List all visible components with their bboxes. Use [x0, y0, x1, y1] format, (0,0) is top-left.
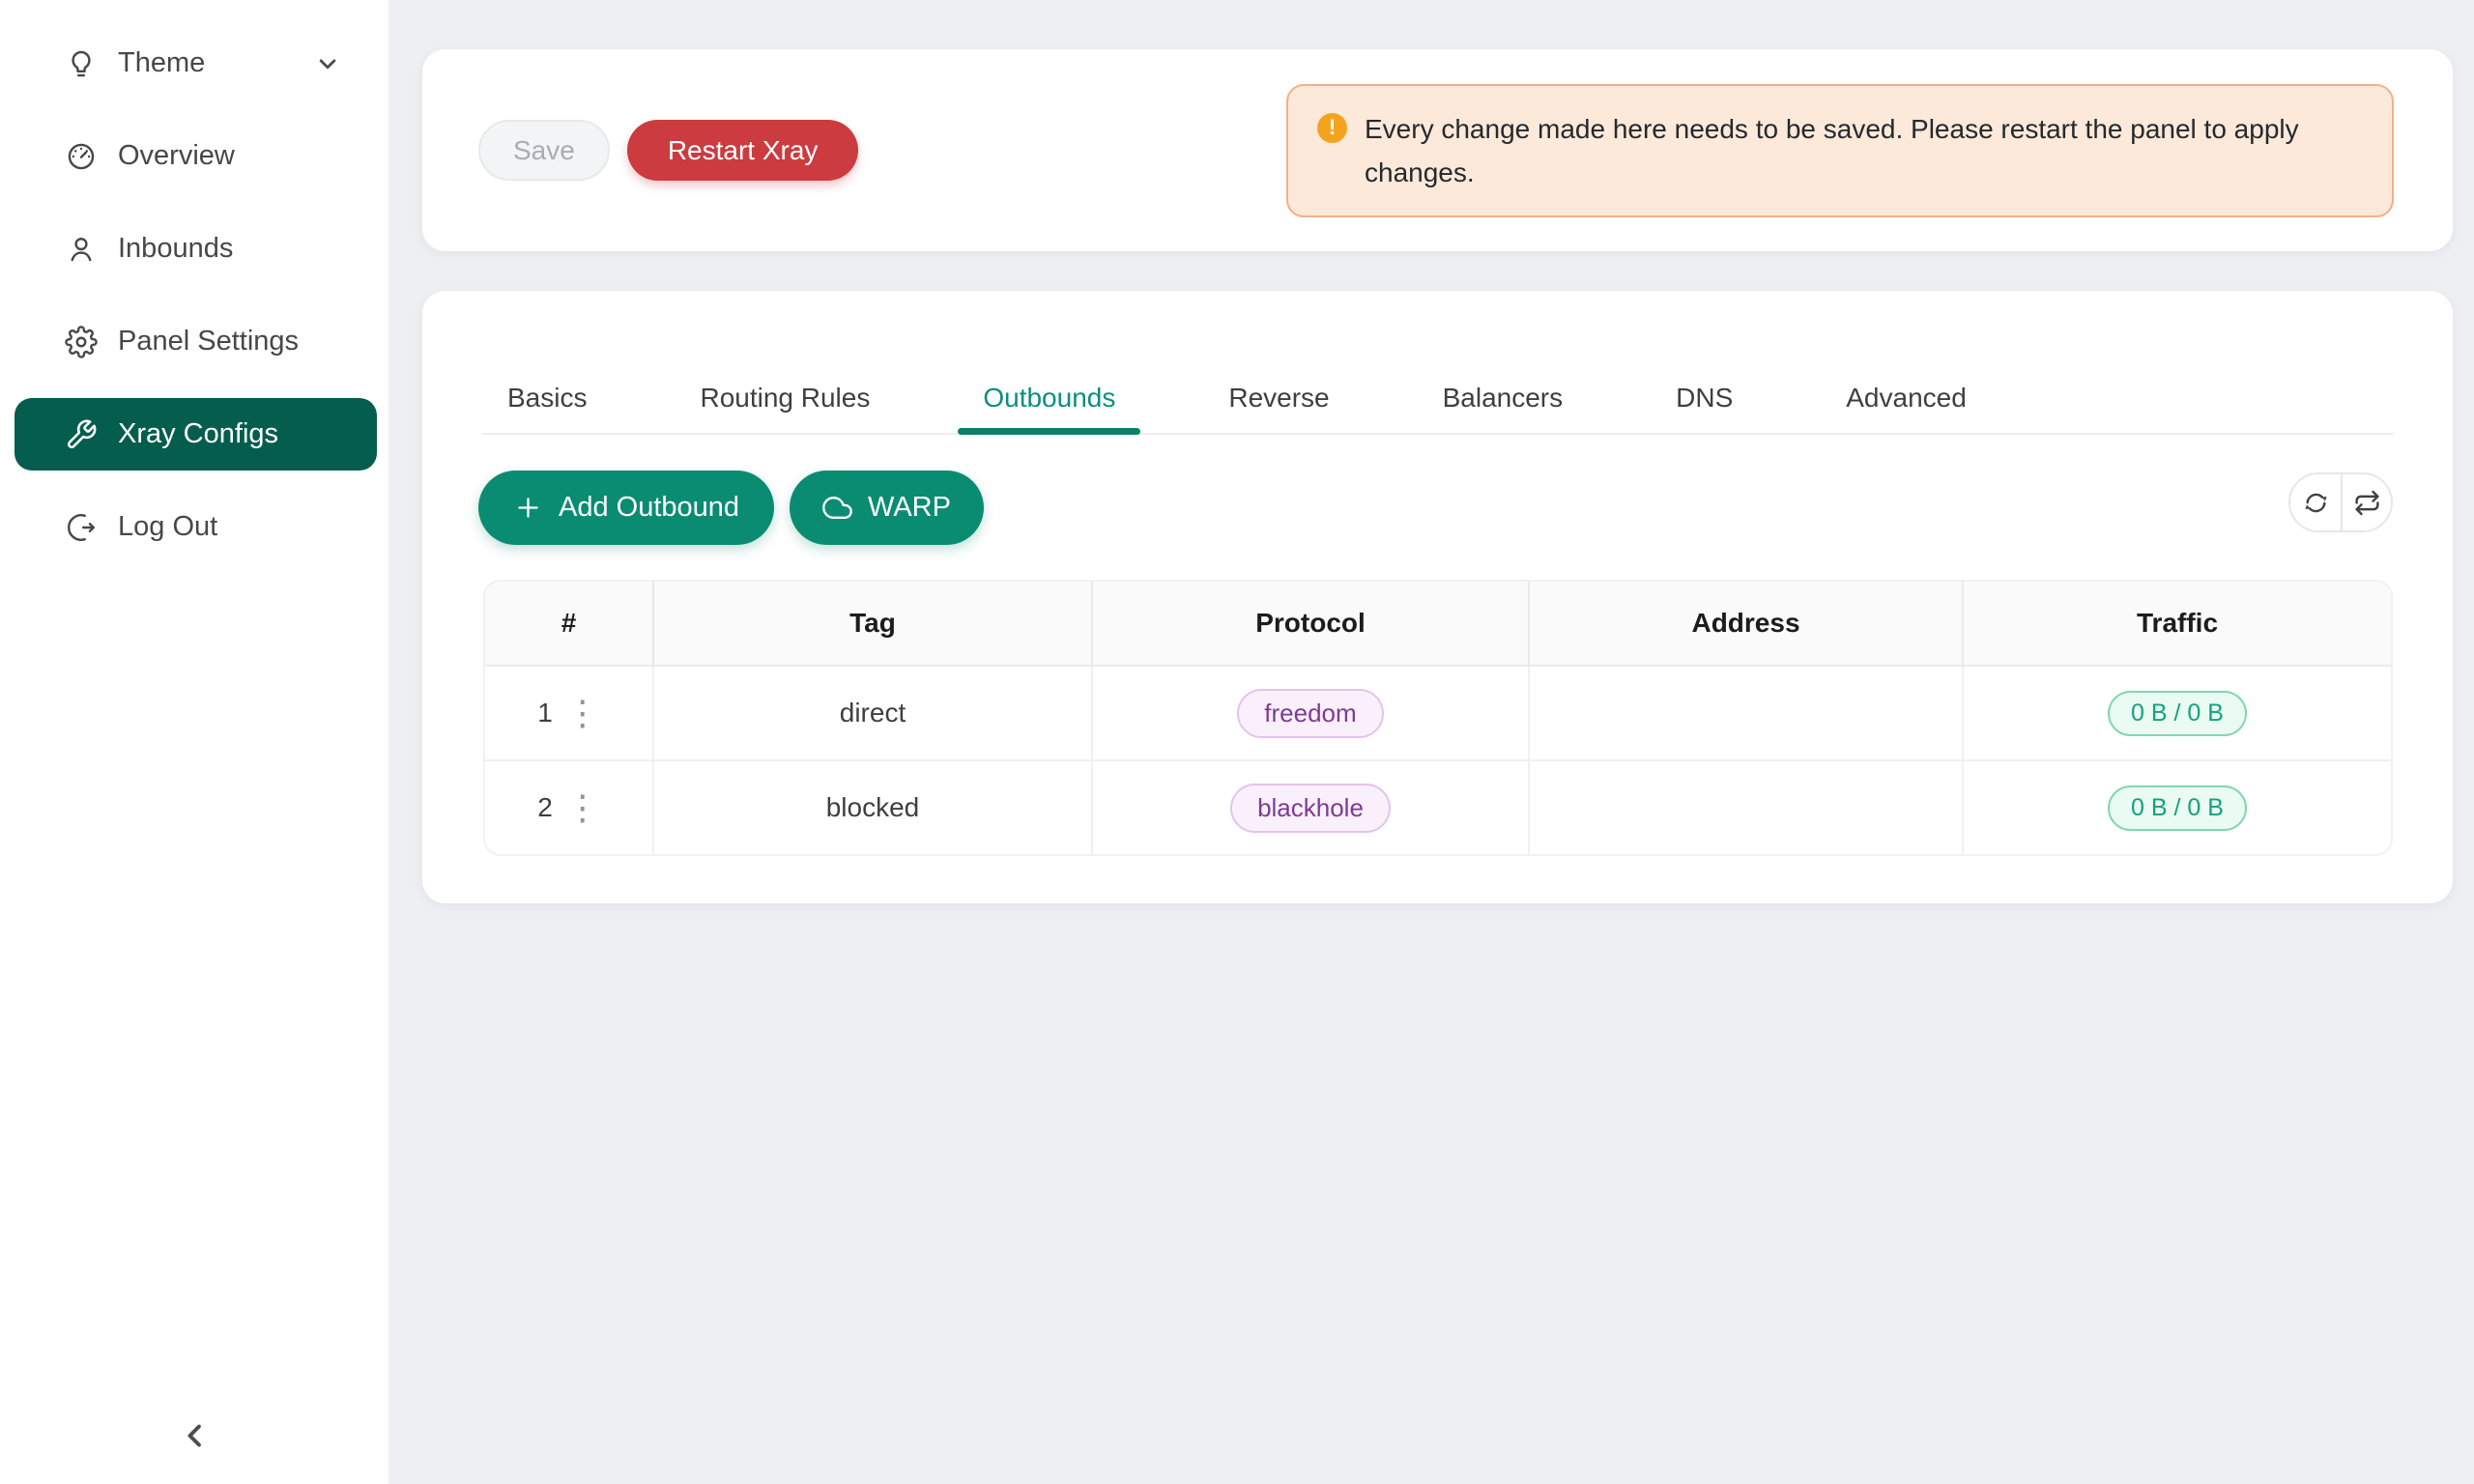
gauge-icon	[65, 140, 98, 173]
warning-icon: !	[1317, 113, 1347, 143]
row-menu-icon[interactable]: ⋮	[565, 696, 600, 730]
column-header-tag: Tag	[654, 582, 1093, 667]
gear-icon	[65, 326, 98, 358]
traffic-badge: 0 B / 0 B	[2108, 785, 2247, 831]
sync-button[interactable]	[2290, 474, 2341, 530]
row-menu-icon[interactable]: ⋮	[565, 790, 600, 825]
main-content: Save Restart Xray ! Every change made he…	[388, 0, 2474, 903]
table-row: 1 ⋮ direct freedom 0 B / 0 B	[485, 667, 2391, 761]
tab-basics[interactable]: Basics	[482, 382, 612, 433]
sidebar-item-label: Inbounds	[118, 233, 233, 265]
save-button[interactable]: Save	[478, 120, 610, 181]
sidebar: Theme Overview	[0, 0, 388, 1484]
user-icon	[65, 233, 98, 266]
outbounds-actions-row: Add Outbound WARP	[478, 471, 2393, 545]
sidebar-item-log-out[interactable]: Log Out	[14, 491, 377, 563]
row-index: 2	[537, 792, 553, 823]
tab-balancers[interactable]: Balancers	[1418, 382, 1589, 433]
warp-label: WARP	[868, 492, 951, 524]
row-tag: blocked	[654, 761, 1093, 854]
column-header-index: #	[485, 582, 654, 667]
add-outbound-label: Add Outbound	[559, 492, 739, 524]
add-outbound-button[interactable]: Add Outbound	[478, 471, 774, 545]
sidebar-item-label: Theme	[118, 47, 205, 79]
logout-icon	[65, 511, 98, 544]
xray-config-card: Basics Routing Rules Outbounds Reverse B…	[422, 291, 2453, 903]
sidebar-item-label: Xray Configs	[118, 418, 278, 450]
sidebar-item-overview[interactable]: Overview	[14, 120, 377, 192]
row-index: 1	[537, 698, 553, 728]
sidebar-item-label: Log Out	[118, 511, 217, 543]
sidebar-collapse-button[interactable]	[174, 1414, 216, 1457]
tab-dns[interactable]: DNS	[1651, 382, 1758, 433]
refresh-button-group	[2288, 472, 2393, 532]
plus-icon	[513, 493, 543, 523]
restart-warning-alert: ! Every change made here needs to be sav…	[1286, 84, 2394, 217]
toolbar-card: Save Restart Xray ! Every change made he…	[422, 49, 2453, 251]
sidebar-item-inbounds[interactable]: Inbounds	[14, 213, 377, 285]
column-header-address: Address	[1530, 582, 1964, 667]
tab-reverse[interactable]: Reverse	[1203, 382, 1354, 433]
table-row: 2 ⋮ blocked blackhole 0 B / 0 B	[485, 761, 2391, 854]
sidebar-item-label: Panel Settings	[118, 326, 299, 357]
repeat-button[interactable]	[2341, 474, 2391, 530]
repeat-icon	[2353, 489, 2381, 517]
tab-outbounds[interactable]: Outbounds	[958, 382, 1140, 433]
config-tabs: Basics Routing Rules Outbounds Reverse B…	[482, 291, 2393, 435]
sidebar-item-xray-configs[interactable]: Xray Configs	[14, 398, 377, 471]
row-address	[1530, 761, 1964, 854]
warning-message: Every change made here needs to be saved…	[1365, 107, 2341, 194]
tab-routing-rules[interactable]: Routing Rules	[675, 382, 895, 433]
cloud-icon	[822, 493, 852, 523]
tab-advanced[interactable]: Advanced	[1821, 382, 1992, 433]
outbounds-table: # Tag Protocol Address Traffic 1 ⋮	[483, 580, 2393, 856]
chevron-left-icon	[177, 1417, 214, 1454]
column-header-traffic: Traffic	[1964, 582, 2391, 667]
sync-icon	[2302, 489, 2330, 517]
chevron-down-icon	[313, 49, 342, 78]
wrench-icon	[65, 418, 98, 451]
protocol-badge: blackhole	[1230, 784, 1391, 833]
sidebar-item-panel-settings[interactable]: Panel Settings	[14, 305, 377, 378]
column-header-protocol: Protocol	[1093, 582, 1530, 667]
protocol-badge: freedom	[1237, 689, 1383, 738]
row-tag: direct	[654, 667, 1093, 761]
sidebar-item-label: Overview	[118, 140, 235, 172]
table-header-row: # Tag Protocol Address Traffic	[485, 582, 2391, 667]
lightbulb-icon	[65, 47, 98, 80]
warp-button[interactable]: WARP	[790, 471, 984, 545]
row-address	[1530, 667, 1964, 761]
sidebar-item-theme[interactable]: Theme	[14, 27, 377, 100]
traffic-badge: 0 B / 0 B	[2108, 691, 2247, 736]
restart-xray-button[interactable]: Restart Xray	[627, 120, 859, 181]
